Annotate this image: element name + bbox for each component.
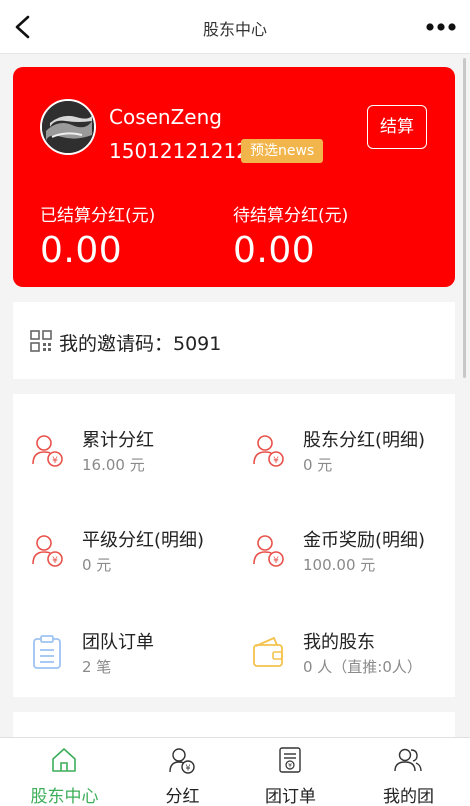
profile-card: CosenZeng 15012121212 预选news 结算 已结算分红(元)…	[13, 67, 455, 287]
more-icon[interactable]	[426, 18, 456, 36]
function-menu: ¥ 累计分红 16.00 元 ¥ 股东分红(明细) 0 元 ¥ 平级分红(明细)…	[13, 394, 455, 697]
menu-item-shareholder-dividend[interactable]: ¥ 股东分红(明细) 0 元	[234, 422, 444, 482]
menu-value: 100.00 元	[303, 556, 376, 574]
menu-item-gold-reward[interactable]: ¥ 金币奖励(明细) 100.00 元	[234, 522, 444, 582]
svg-text:¥: ¥	[273, 456, 279, 466]
menu-label: 累计分红	[82, 430, 154, 451]
user-yen-icon: ¥	[32, 435, 63, 467]
tab-dividend[interactable]: ¥ 分红	[124, 738, 241, 806]
username: CosenZeng	[109, 105, 222, 129]
qr-code-icon	[30, 330, 52, 352]
settle-button[interactable]: 结算	[367, 105, 427, 149]
bottom-tab-bar: 股东中心 ¥ 分红 ¥ 团订单 我的团	[0, 737, 470, 806]
menu-label: 股东分红(明细)	[303, 430, 426, 451]
svg-text:¥: ¥	[273, 556, 279, 566]
avatar	[40, 99, 96, 155]
menu-item-my-shareholders[interactable]: 我的股东 0 人（直推:0人）	[234, 624, 444, 684]
svg-text:¥: ¥	[185, 764, 190, 773]
pending-dividend-value: 0.00	[233, 230, 316, 271]
avatar-image	[42, 101, 94, 153]
menu-value: 0 元	[303, 456, 333, 474]
menu-item-team-orders[interactable]: 团队订单 2 笔	[13, 624, 223, 684]
home-icon	[52, 748, 76, 772]
menu-label: 我的股东	[303, 632, 375, 653]
top-navbar: 股东中心	[0, 0, 470, 54]
tab-label: 团订单	[265, 787, 316, 806]
pending-dividend-label: 待结算分红(元)	[233, 206, 349, 226]
scrollbar[interactable]	[463, 58, 466, 378]
svg-text:¥: ¥	[52, 556, 58, 566]
tab-label: 分红	[165, 787, 200, 806]
svg-text:¥: ¥	[288, 763, 292, 770]
wallet-icon	[253, 637, 283, 667]
svg-text:¥: ¥	[52, 456, 58, 466]
tab-team-orders[interactable]: ¥ 团订单	[232, 738, 349, 806]
menu-label: 金币奖励(明细)	[303, 530, 426, 551]
menu-item-peer-dividend[interactable]: ¥ 平级分红(明细) 0 元	[13, 522, 223, 582]
settled-dividend-label: 已结算分红(元)	[40, 206, 156, 226]
menu-value: 2 笔	[82, 658, 112, 676]
menu-label: 团队订单	[82, 632, 154, 653]
page-title: 股东中心	[202, 20, 267, 39]
settled-dividend-value: 0.00	[40, 230, 123, 271]
order-icon: ¥	[279, 747, 301, 773]
menu-item-total-dividend[interactable]: ¥ 累计分红 16.00 元	[13, 422, 223, 482]
phone-number: 15012121212	[109, 139, 249, 163]
user-yen-icon: ¥	[169, 748, 195, 774]
level-tag: 预选news	[241, 139, 324, 163]
tab-shareholder-center[interactable]: 股东中心	[6, 738, 123, 806]
tab-my-team[interactable]: 我的团	[350, 738, 467, 806]
user-yen-icon: ¥	[253, 535, 284, 567]
menu-label: 平级分红(明细)	[82, 530, 205, 551]
clipboard-icon	[33, 635, 61, 669]
pending-dividend: 待结算分红(元) 0.00	[233, 201, 348, 271]
user-yen-icon: ¥	[253, 435, 284, 467]
tab-label: 我的团	[383, 787, 434, 806]
tab-label: 股东中心	[30, 787, 99, 806]
invite-code-text: 我的邀请码：5091	[59, 333, 222, 355]
menu-value: 0 人（直推:0人）	[303, 658, 422, 676]
user-yen-icon: ¥	[32, 535, 63, 567]
menu-value: 16.00 元	[82, 456, 145, 474]
settled-dividend: 已结算分红(元) 0.00	[40, 201, 155, 271]
invite-code-row[interactable]: 我的邀请码：5091	[13, 302, 455, 379]
menu-value: 0 元	[82, 556, 112, 574]
team-icon	[394, 748, 422, 772]
